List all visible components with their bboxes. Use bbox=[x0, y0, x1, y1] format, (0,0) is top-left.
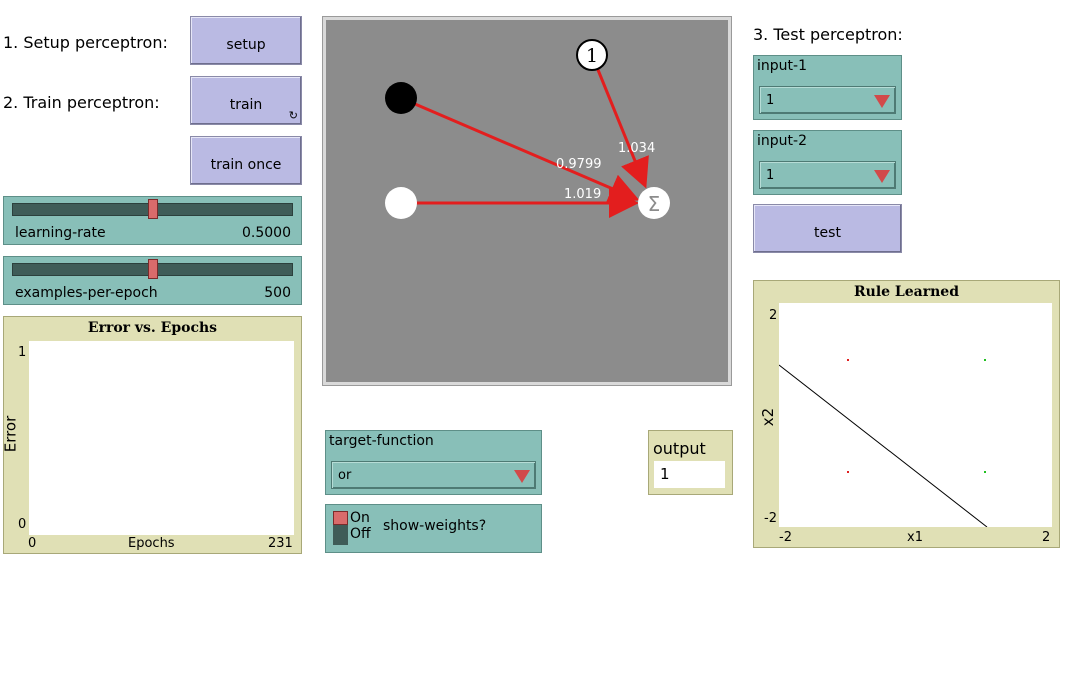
target-function-dropdown[interactable]: or bbox=[331, 461, 536, 489]
error-plot-xlabel: Epochs bbox=[128, 536, 175, 551]
error-plot-ylabel: Error bbox=[1, 415, 20, 453]
dropdown-arrow-icon bbox=[514, 470, 530, 483]
rule-plot-xmin: -2 bbox=[779, 530, 792, 545]
switch-on-label: On bbox=[350, 510, 370, 526]
dropdown-arrow-icon bbox=[874, 170, 890, 183]
examples-per-epoch-slider[interactable]: examples-per-epoch 500 bbox=[3, 256, 302, 305]
output-monitor-name: output bbox=[653, 439, 706, 458]
sample-point-true bbox=[984, 359, 986, 361]
train-button-label: train bbox=[229, 96, 263, 113]
input-2-dropdown[interactable]: 1 bbox=[759, 161, 896, 189]
output-monitor-box: 1 bbox=[654, 461, 725, 488]
switch-track[interactable] bbox=[333, 511, 348, 545]
sum-icon: Σ bbox=[648, 192, 661, 216]
learning-rate-slider-name: learning-rate bbox=[15, 225, 106, 241]
test-button-label: test bbox=[814, 224, 841, 241]
show-weights-switch[interactable]: On Off show-weights? bbox=[325, 504, 542, 553]
input-1-chooser[interactable]: input-1 1 bbox=[753, 55, 902, 120]
input-2-chooser-name: input-2 bbox=[757, 133, 807, 149]
rule-plot-ylabel: x2 bbox=[759, 407, 778, 427]
learning-rate-slider[interactable]: learning-rate 0.5000 bbox=[3, 196, 302, 245]
rule-plot-xmax: 2 bbox=[1042, 530, 1051, 545]
input-1-value: 1 bbox=[766, 93, 775, 108]
input1-node bbox=[385, 82, 417, 114]
input-2-value: 1 bbox=[766, 168, 775, 183]
input2-node bbox=[385, 187, 417, 219]
switch-off-label: Off bbox=[350, 526, 371, 542]
error-plot-xmax: 231 bbox=[268, 536, 293, 551]
network-view[interactable]: 1 Σ 0.9799 1.019 1.034 bbox=[322, 16, 732, 386]
learning-rate-slider-value: 0.5000 bbox=[242, 225, 291, 241]
input1-weight-label: 0.9799 bbox=[556, 157, 602, 172]
target-function-chooser[interactable]: target-function or bbox=[325, 430, 542, 495]
target-function-value: or bbox=[338, 468, 352, 483]
setup-button-label: setup bbox=[226, 36, 266, 53]
sample-point-false bbox=[847, 359, 849, 361]
switch-knob[interactable] bbox=[333, 511, 348, 525]
error-plot-ymin: 0 bbox=[18, 517, 27, 532]
sample-point-true bbox=[984, 471, 986, 473]
error-plot-xmin: 0 bbox=[28, 536, 37, 551]
test-button[interactable]: test bbox=[753, 204, 902, 253]
train-once-button[interactable]: train once bbox=[190, 136, 302, 185]
sample-point-false bbox=[847, 471, 849, 473]
rule-plot-ymin: -2 bbox=[764, 511, 777, 526]
error-plot-ymax: 1 bbox=[18, 345, 27, 360]
examples-per-epoch-slider-name: examples-per-epoch bbox=[15, 285, 158, 301]
forever-icon: ↻ bbox=[288, 109, 298, 122]
bias-node-label: 1 bbox=[586, 45, 598, 67]
show-weights-name: show-weights? bbox=[383, 518, 487, 534]
dropdown-arrow-icon bbox=[874, 95, 890, 108]
train-once-button-label: train once bbox=[210, 156, 282, 173]
target-function-chooser-name: target-function bbox=[329, 433, 434, 449]
input-1-dropdown[interactable]: 1 bbox=[759, 86, 896, 114]
rule-learned-plot: Rule Learned 2 -2 x2 -2 x1 2 bbox=[753, 280, 1060, 548]
rule-learned-plot-title: Rule Learned bbox=[854, 284, 959, 300]
setup-step-label: 1. Setup perceptron: bbox=[3, 33, 168, 52]
learning-rate-slider-handle[interactable] bbox=[147, 199, 158, 219]
setup-button[interactable]: setup bbox=[190, 16, 302, 65]
decision-boundary-line bbox=[779, 364, 988, 527]
output-monitor: output 1 bbox=[648, 430, 733, 495]
train-step-label: 2. Train perceptron: bbox=[3, 93, 160, 112]
rule-plot-ymax: 2 bbox=[769, 308, 778, 323]
error-plot: Error vs. Epochs 1 0 Error 0 Epochs 231 bbox=[1, 316, 302, 554]
examples-per-epoch-slider-handle[interactable] bbox=[147, 259, 158, 279]
input-2-chooser[interactable]: input-2 1 bbox=[753, 130, 902, 195]
input2-weight-label: 1.019 bbox=[564, 187, 601, 202]
train-button[interactable]: train ↻ bbox=[190, 76, 302, 125]
test-step-label: 3. Test perceptron: bbox=[753, 25, 903, 44]
error-plot-area bbox=[29, 341, 294, 535]
error-plot-title: Error vs. Epochs bbox=[87, 320, 218, 336]
rule-learned-plot-canvas bbox=[779, 359, 988, 527]
rule-learned-plot-area bbox=[779, 303, 1052, 527]
bias-weight-label: 1.034 bbox=[618, 141, 655, 156]
network-view-canvas: 1 Σ 0.9799 1.019 1.034 bbox=[326, 20, 728, 382]
rule-plot-xlabel: x1 bbox=[907, 530, 923, 545]
output-monitor-value: 1 bbox=[660, 465, 670, 483]
input-1-chooser-name: input-1 bbox=[757, 58, 807, 74]
examples-per-epoch-slider-value: 500 bbox=[264, 285, 291, 301]
